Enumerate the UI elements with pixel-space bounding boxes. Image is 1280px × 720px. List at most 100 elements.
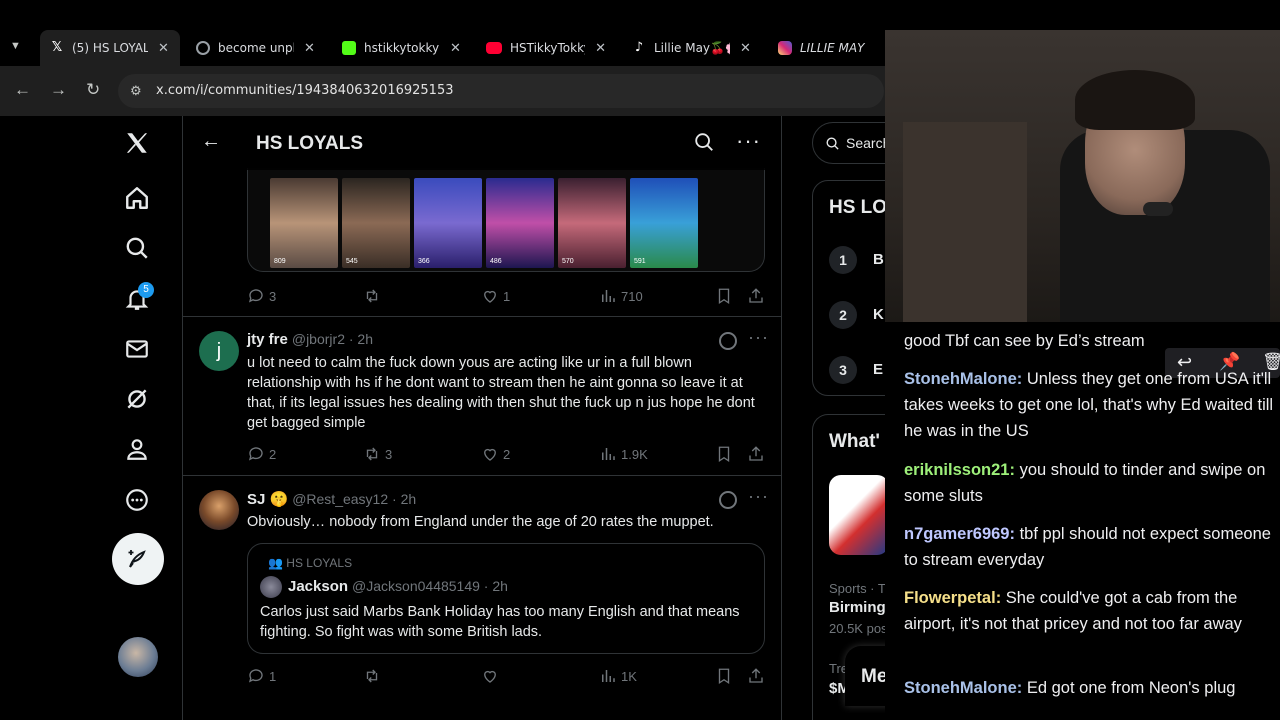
profile-icon[interactable] [122,434,152,464]
handle-and-time[interactable]: @jborjr2 · 2h [292,331,373,347]
home-icon[interactable] [122,183,152,213]
trend-title[interactable]: Birming [829,599,886,616]
browser-nav-bar: ← → ↻ ⚙ x.com/i/communities/194384063201… [0,66,885,116]
more-options-icon[interactable]: ··· [748,486,769,507]
tab-search-dropdown[interactable]: ▼ [10,40,28,56]
reply-icon [248,289,263,303]
handle-and-time[interactable]: @Rest_easy12 · 2h [292,491,416,507]
chat-username[interactable]: n7gamer6969 [904,525,1010,543]
quote-text: Carlos just said Marbs Bank Holiday has … [260,604,740,640]
address-bar[interactable]: ⚙ x.com/i/communities/194384063201692515… [118,74,884,108]
like-button[interactable]: 2 [481,445,510,463]
view-count: 570 [562,258,574,265]
close-icon[interactable]: ✕ [740,41,751,56]
grok-icon[interactable] [122,384,152,414]
tab-hs-loyals[interactable]: 𝕏 (5) HS LOYALS ✕ [40,30,180,66]
avatar[interactable]: j [199,331,239,371]
quote-display-name: Jackson [288,578,349,595]
quote-community-name: HS LOYALS [286,556,353,570]
forward-arrow-icon[interactable]: → [50,80,67,100]
card-title: HS LO [829,197,888,218]
reload-icon[interactable]: ↻ [86,80,100,100]
video-thumbnail[interactable]: 486 [486,178,554,268]
instagram-logo-icon [778,41,792,55]
close-icon[interactable]: ✕ [595,41,606,56]
search-icon[interactable] [693,131,715,158]
display-name[interactable]: jty fre [247,331,288,348]
close-icon[interactable]: ✕ [450,41,461,56]
reply-button[interactable]: 2 [247,445,276,463]
views-button[interactable]: 710 [599,287,643,305]
tweet-quote-post[interactable]: SJ 🤫 @Rest_easy12 · 2h ··· Obviously… nob… [183,476,781,720]
video-thumbnail[interactable]: 809 [270,178,338,268]
compose-post-button[interactable] [112,533,164,585]
close-icon[interactable]: ✕ [304,41,315,56]
repost-button[interactable] [363,287,385,305]
tweet-post[interactable]: j jty fre @jborjr2 · 2h ··· u lot need to… [183,317,781,476]
close-icon[interactable]: ✕ [158,41,169,56]
like-button[interactable]: 1 [481,287,510,305]
account-avatar[interactable] [118,637,158,677]
repost-button[interactable] [363,667,385,685]
avatar[interactable] [199,490,239,530]
headset-mic [1143,202,1173,216]
tweet-text: u lot need to calm the fuck down yous ar… [247,355,755,431]
video-thumbnail[interactable]: 545 [342,178,410,268]
grok-icon[interactable] [719,491,737,509]
chat-message: StonehMalone: Unless they get one from U… [904,366,1274,444]
more-icon[interactable] [122,485,152,515]
site-info-icon[interactable]: ⚙ [130,83,142,99]
tab-become-unplanned[interactable]: become unpla ✕ [186,30,326,66]
tab-tiktok[interactable]: ♪ Lillie May🍒🌸 ✕ [622,30,762,66]
tab-title: become unpla [218,41,294,55]
card-title: What' [829,431,880,452]
reply-icon [248,669,263,683]
back-arrow-icon[interactable]: ← [201,130,221,153]
tiktok-logo-icon: ♪ [634,40,644,55]
x-logo-icon: 𝕏 [51,40,63,55]
chat-username[interactable]: Flowerpetal [904,589,996,607]
community-icon: 👥 [268,556,287,570]
messages-icon[interactable] [122,334,152,364]
views-button[interactable]: 1K [599,667,637,685]
share-button[interactable] [747,667,765,685]
tab-kick[interactable]: hstikkytokky ✕ [332,30,472,66]
chat-username[interactable]: StonehMalone [904,370,1017,388]
views-icon [602,448,615,460]
repost-button[interactable]: 3 [363,445,392,463]
bookmark-icon [718,668,730,685]
explore-icon[interactable] [122,233,152,263]
more-options-icon[interactable]: ··· [748,327,769,348]
video-thumbnail[interactable]: 570 [558,178,626,268]
streamer-hair [1075,70,1195,130]
tab-instagram[interactable]: LILLIE MAY [768,30,885,66]
reply-button[interactable]: 1 [247,667,276,685]
tweet-header: SJ 🤫 @Rest_easy12 · 2h [247,490,416,509]
quoted-tweet[interactable]: 👥 HS LOYALS Jackson @Jackson04485149 · 2h… [247,543,765,654]
bookmark-button[interactable] [715,667,733,685]
reply-count: 2 [269,446,277,462]
chat-username[interactable]: StonehMalone [904,679,1017,697]
chat-username[interactable]: eriknilsson21 [904,461,1009,479]
video-thumbnail[interactable]: 366 [414,178,482,268]
bookmark-button[interactable] [715,445,733,463]
repost-icon [366,669,378,683]
reply-button[interactable]: 3 [247,287,276,305]
display-name[interactable]: SJ 🤫 [247,491,288,508]
share-button[interactable] [747,287,765,305]
more-options-icon[interactable]: ··· [736,128,761,154]
tab-youtube[interactable]: HSTikkyTokky ✕ [476,30,616,66]
repost-icon [366,289,378,303]
back-arrow-icon[interactable]: ← [14,80,31,100]
media-preview-card[interactable]: 809 545 366 486 570 591 [247,168,765,272]
views-button[interactable]: 1.9K [599,445,648,463]
event-thumbnail[interactable] [829,475,889,555]
grok-icon[interactable] [719,332,737,350]
video-thumbnail[interactable]: 591 [630,178,698,268]
share-button[interactable] [747,445,765,463]
x-logo-icon[interactable] [122,128,152,158]
like-button[interactable] [481,667,503,685]
view-count: 486 [490,258,502,265]
search-placeholder: Search [846,135,891,151]
bookmark-button[interactable] [715,287,733,305]
